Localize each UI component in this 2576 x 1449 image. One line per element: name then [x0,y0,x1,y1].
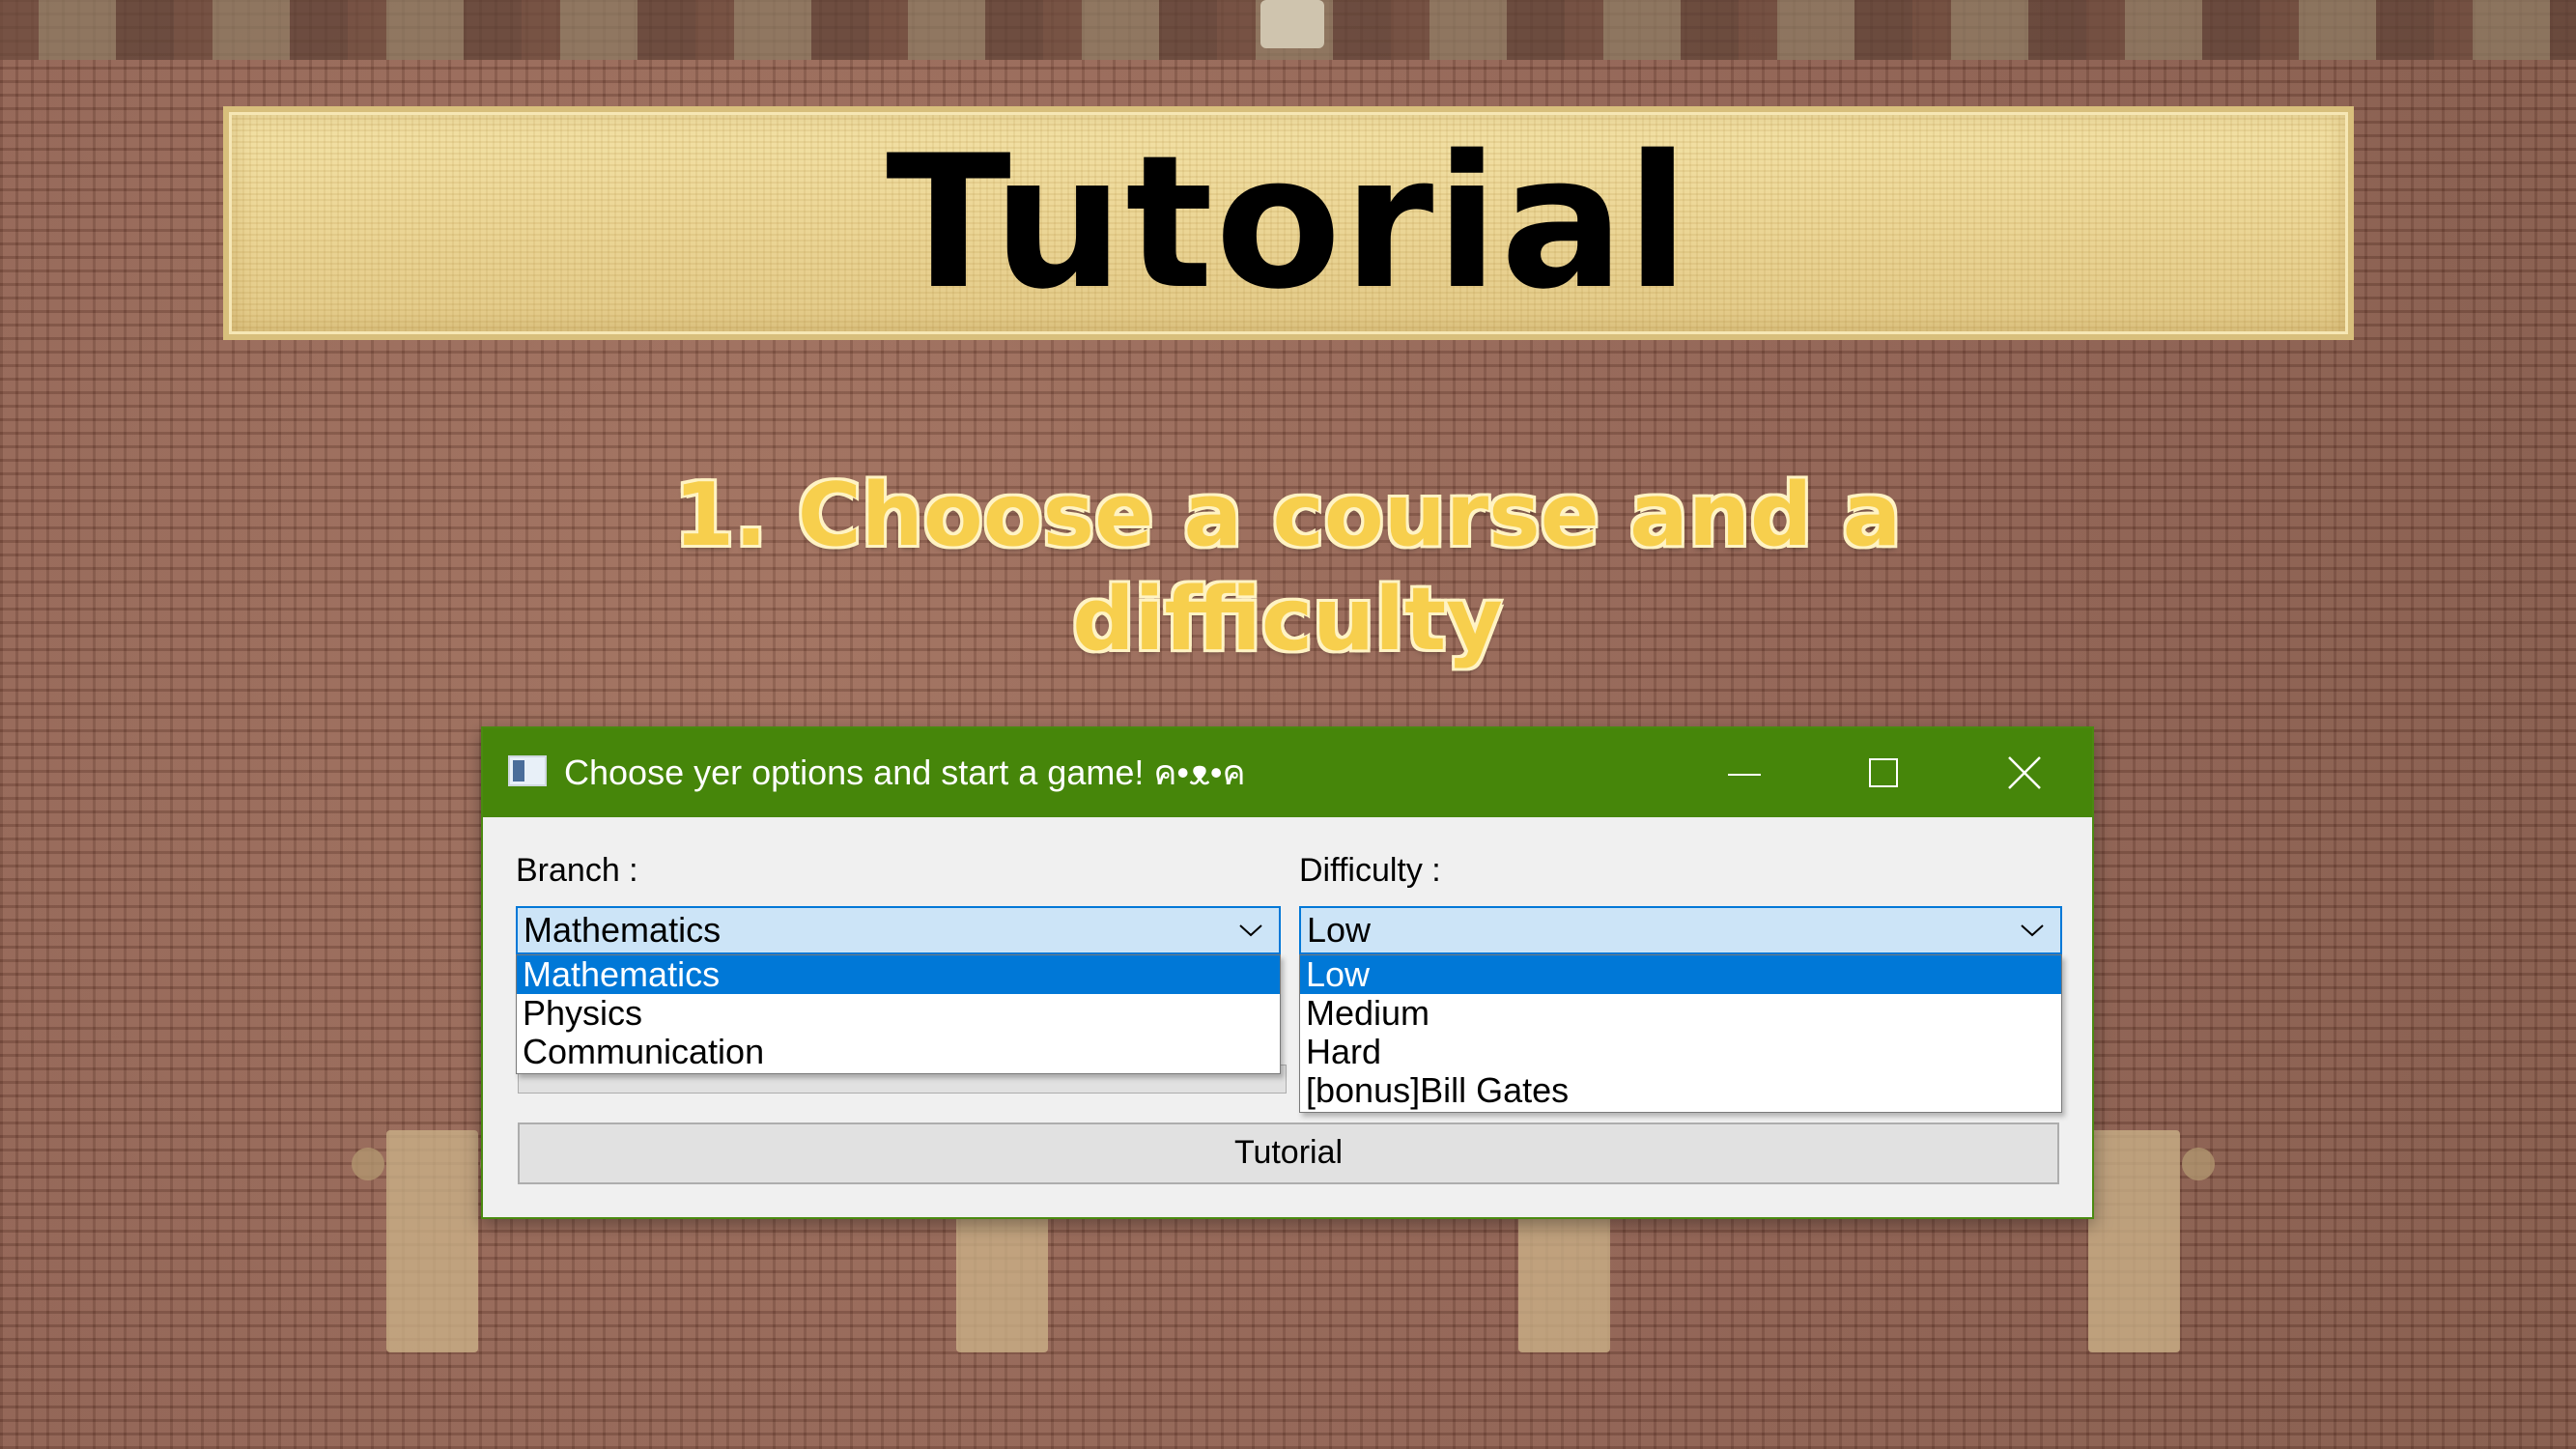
branch-select[interactable]: Mathematics [516,906,1281,954]
maximize-icon [1869,758,1898,787]
difficulty-option-bill-gates[interactable]: [bonus]Bill Gates [1300,1071,2061,1110]
branch-dropdown-list: Mathematics Physics Communication [516,954,1281,1074]
instruction-text: 1. Choose a course and a difficulty [580,464,1996,672]
window-titlebar[interactable]: Choose yer options and start a game! ค•ᴥ… [483,728,2092,817]
branch-option-mathematics[interactable]: Mathematics [517,955,1280,994]
branch-option-physics[interactable]: Physics [517,994,1280,1033]
maximize-button[interactable] [1816,728,1951,817]
minimize-icon [1728,774,1761,776]
chevron-down-icon [2018,908,2047,952]
chevron-down-icon [1236,908,1265,952]
background-knob [1260,0,1324,48]
difficulty-label: Difficulty : [1299,852,1441,889]
branch-selected-value: Mathematics [524,910,722,950]
close-button[interactable] [1957,728,2092,817]
page-title: Tutorial [886,116,1691,329]
branch-option-communication[interactable]: Communication [517,1033,1280,1071]
difficulty-option-low[interactable]: Low [1300,955,2061,994]
window-app-icon [508,755,547,786]
title-banner: Tutorial [223,106,2354,340]
background-pillar [2053,1130,2215,1352]
difficulty-dropdown-list: Low Medium Hard [bonus]Bill Gates [1299,954,2062,1113]
minimize-button[interactable] [1677,728,1812,817]
window-title: Choose yer options and start a game! ค•ᴥ… [564,753,1246,792]
difficulty-option-hard[interactable]: Hard [1300,1033,2061,1071]
difficulty-selected-value: Low [1307,910,1372,950]
branch-label: Branch : [516,852,638,889]
difficulty-option-medium[interactable]: Medium [1300,994,2061,1033]
instruction-line-1: 1. Choose a course and a [673,465,1902,566]
close-icon [2008,756,2041,789]
instruction-line-2: difficulty [1072,569,1503,670]
difficulty-select[interactable]: Low [1299,906,2062,954]
options-dialog: Choose yer options and start a game! ค•ᴥ… [481,726,2094,1219]
tutorial-button[interactable]: Tutorial [518,1122,2059,1184]
background-pillar [352,1130,513,1352]
